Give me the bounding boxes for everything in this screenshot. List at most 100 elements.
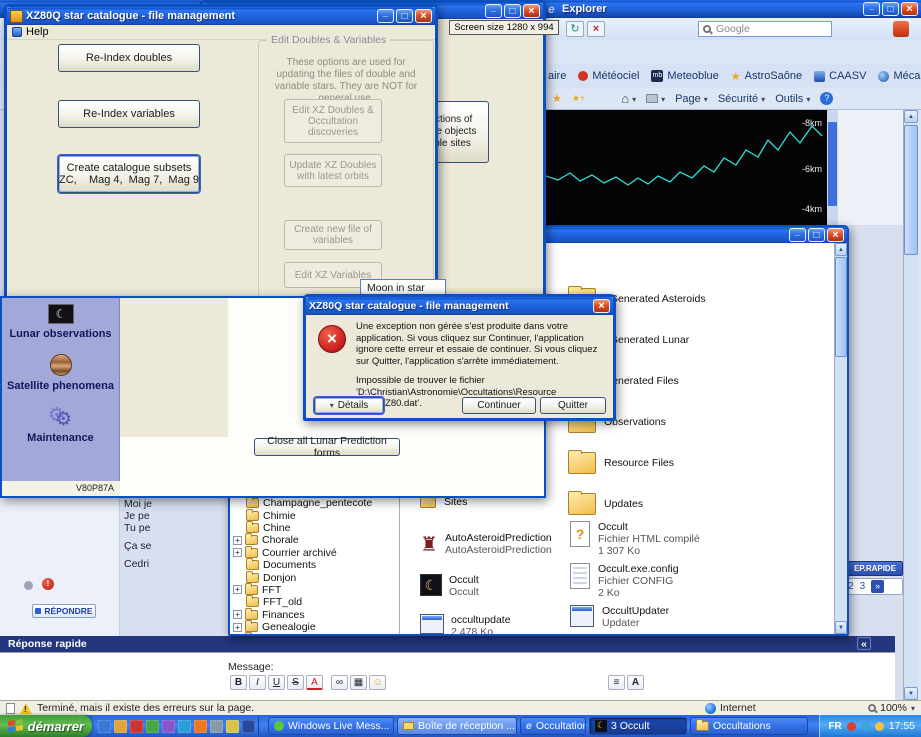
quick-launch-icon[interactable] xyxy=(178,719,191,733)
create-variables-button[interactable]: Create new file of variables xyxy=(284,220,382,250)
tree-item[interactable]: Documents xyxy=(232,558,399,571)
tree-item[interactable]: Chine xyxy=(232,520,399,534)
quit-button[interactable]: Quitter xyxy=(540,397,606,414)
print-button[interactable] xyxy=(646,93,665,105)
page-menu[interactable]: Page xyxy=(675,93,708,105)
close-all-lunar-button[interactable]: Close all Lunar Prediction forms xyxy=(254,435,400,459)
font-color-button[interactable]: A xyxy=(306,675,323,690)
tree-item[interactable]: Genealogie xyxy=(232,620,399,633)
strike-button[interactable]: S xyxy=(287,675,304,690)
tree-item[interactable]: Chorale xyxy=(232,533,399,546)
ie-scrollbar[interactable]: ▲ ▼ xyxy=(903,110,918,700)
update-xz-doubles-button[interactable]: Update XZ Doubles with latest orbits xyxy=(284,154,382,187)
tree-item[interactable]: Donjon xyxy=(232,570,399,584)
tree-item[interactable]: FFT_old xyxy=(232,595,399,608)
security-menu[interactable]: Sécurité xyxy=(718,93,765,105)
expand-icon[interactable] xyxy=(233,585,242,595)
align-icon[interactable]: ≡ xyxy=(608,675,625,690)
font-size-icon[interactable]: A xyxy=(627,675,644,690)
reply-button[interactable]: RÉPONDRE xyxy=(32,604,96,618)
search-input[interactable]: Google xyxy=(698,21,832,37)
sidebar-item-lunar-observations[interactable]: Lunar observations xyxy=(2,328,119,340)
maximize-icon[interactable] xyxy=(504,4,521,18)
next-page-button[interactable]: » xyxy=(871,580,885,593)
language-indicator[interactable]: FR xyxy=(828,721,841,732)
task-occult-group[interactable]: ☾ 3 Occult xyxy=(589,717,687,735)
link-icon[interactable]: ∞ xyxy=(331,675,348,690)
tree-item[interactable]: Finances xyxy=(232,607,399,621)
reindex-doubles-button[interactable]: Re-Index doubles xyxy=(58,44,200,72)
details-button[interactable]: Détails xyxy=(314,397,384,414)
edit-xz-doubles-button[interactable]: Edit XZ Doubles & Occultation discoverie… xyxy=(284,99,382,143)
quick-launch-icon[interactable] xyxy=(242,719,255,733)
page-3-link[interactable]: 3 xyxy=(860,581,866,592)
bold-button[interactable]: B xyxy=(230,675,247,690)
expand-icon[interactable] xyxy=(233,610,242,620)
close-icon[interactable] xyxy=(827,228,844,242)
maximize-icon[interactable] xyxy=(882,2,899,16)
explorer-scrollbar[interactable]: ▲ ▼ xyxy=(834,243,847,634)
tray-icon[interactable] xyxy=(874,721,884,731)
sidebar-item-maintenance[interactable]: Maintenance xyxy=(2,432,119,444)
close-icon[interactable] xyxy=(523,4,540,18)
favorites-icon[interactable]: ★ xyxy=(552,92,562,105)
quick-launch-icon[interactable] xyxy=(162,719,175,733)
task-windows-live[interactable]: Windows Live Mess... xyxy=(268,717,394,735)
bookmark-meca-celeste[interactable]: Méca. Céleste xyxy=(878,70,921,82)
tray-icon[interactable] xyxy=(846,721,856,731)
start-button[interactable]: démarrer xyxy=(0,715,92,737)
list-item[interactable]: OccultOccult xyxy=(420,574,479,598)
minimize-icon[interactable] xyxy=(377,9,394,23)
close-icon[interactable] xyxy=(593,299,610,313)
home-button[interactable]: ⌂ xyxy=(621,91,636,106)
chart-scrollbar[interactable] xyxy=(827,110,838,225)
bookmark-fragment[interactable]: aire xyxy=(548,70,566,82)
close-icon[interactable] xyxy=(415,9,432,23)
tree-item[interactable]: FFT xyxy=(232,582,399,596)
tree-item[interactable]: Champagne_pentecote xyxy=(232,496,399,509)
sidebar-item-satellite-phenomena[interactable]: Satellite phenomena xyxy=(2,380,119,392)
stop-icon[interactable]: × xyxy=(587,21,605,37)
task-occultation[interactable]: eOccultation rasant... xyxy=(520,717,586,735)
add-favorite-icon[interactable]: ★+ xyxy=(572,93,585,104)
minimize-icon[interactable] xyxy=(789,228,806,242)
bookmark-meteoblue[interactable]: mb Meteoblue xyxy=(651,70,719,82)
list-item[interactable]: occultupdate 2 478 Ko xyxy=(420,614,511,634)
dialog-titlebar[interactable]: XZ80Q star catalogue - file management xyxy=(306,297,613,315)
bookmark-caasv[interactable]: CAASV xyxy=(814,70,866,82)
tree-item[interactable]: Generation69 xyxy=(232,632,399,634)
bookmark-meteociel[interactable]: Météociel xyxy=(578,70,639,82)
quick-reply-button[interactable]: EP.RAPIDE xyxy=(847,561,903,576)
help-icon[interactable]: ? xyxy=(820,92,834,105)
list-item[interactable]: OccultFichier HTML compilé1 307 Ko xyxy=(570,521,700,557)
list-item[interactable]: Resource Files xyxy=(568,450,674,474)
quick-launch-icon[interactable] xyxy=(98,719,111,733)
tree-item[interactable]: Chimie xyxy=(232,508,399,522)
refresh-icon[interactable]: ↻ xyxy=(566,21,584,37)
expand-icon[interactable] xyxy=(233,535,242,545)
expand-icon[interactable] xyxy=(233,622,242,632)
list-item[interactable]: AutoAsteroidPredictionAutoAsteroidPredic… xyxy=(420,532,552,557)
quick-launch-icon[interactable] xyxy=(146,719,159,733)
italic-button[interactable]: I xyxy=(249,675,266,690)
quick-launch-icon[interactable] xyxy=(114,719,127,733)
bookmark-astrosaone[interactable]: ★ AstroSaône xyxy=(731,70,802,83)
continue-button[interactable]: Continuer xyxy=(462,397,536,414)
status-zoom[interactable]: 100% xyxy=(868,702,915,714)
list-item[interactable]: Occult.exe.config Fichier CONFIG 2 Ko xyxy=(570,563,679,599)
maximize-icon[interactable] xyxy=(808,228,825,242)
underline-button[interactable]: U xyxy=(268,675,285,690)
quick-launch-icon[interactable] xyxy=(194,719,207,733)
task-occultations[interactable]: Occultations xyxy=(690,717,808,735)
create-subsets-button[interactable]: Create catalogue subsets ZC, Mag 4, Mag … xyxy=(58,155,200,193)
clock[interactable]: 17:55 xyxy=(889,720,915,732)
minimize-icon[interactable] xyxy=(485,4,502,18)
maximize-icon[interactable] xyxy=(396,9,413,23)
addon-icon[interactable] xyxy=(893,21,909,37)
tree-item[interactable]: Courrier archivé xyxy=(232,545,399,559)
quick-launch-icon[interactable] xyxy=(226,719,239,733)
minimize-icon[interactable] xyxy=(863,2,880,16)
xz-titlebar[interactable]: XZ80Q star catalogue - file management xyxy=(7,7,435,25)
smiley-icon[interactable]: ☺ xyxy=(369,675,386,690)
reindex-variables-button[interactable]: Re-Index variables xyxy=(58,100,200,128)
